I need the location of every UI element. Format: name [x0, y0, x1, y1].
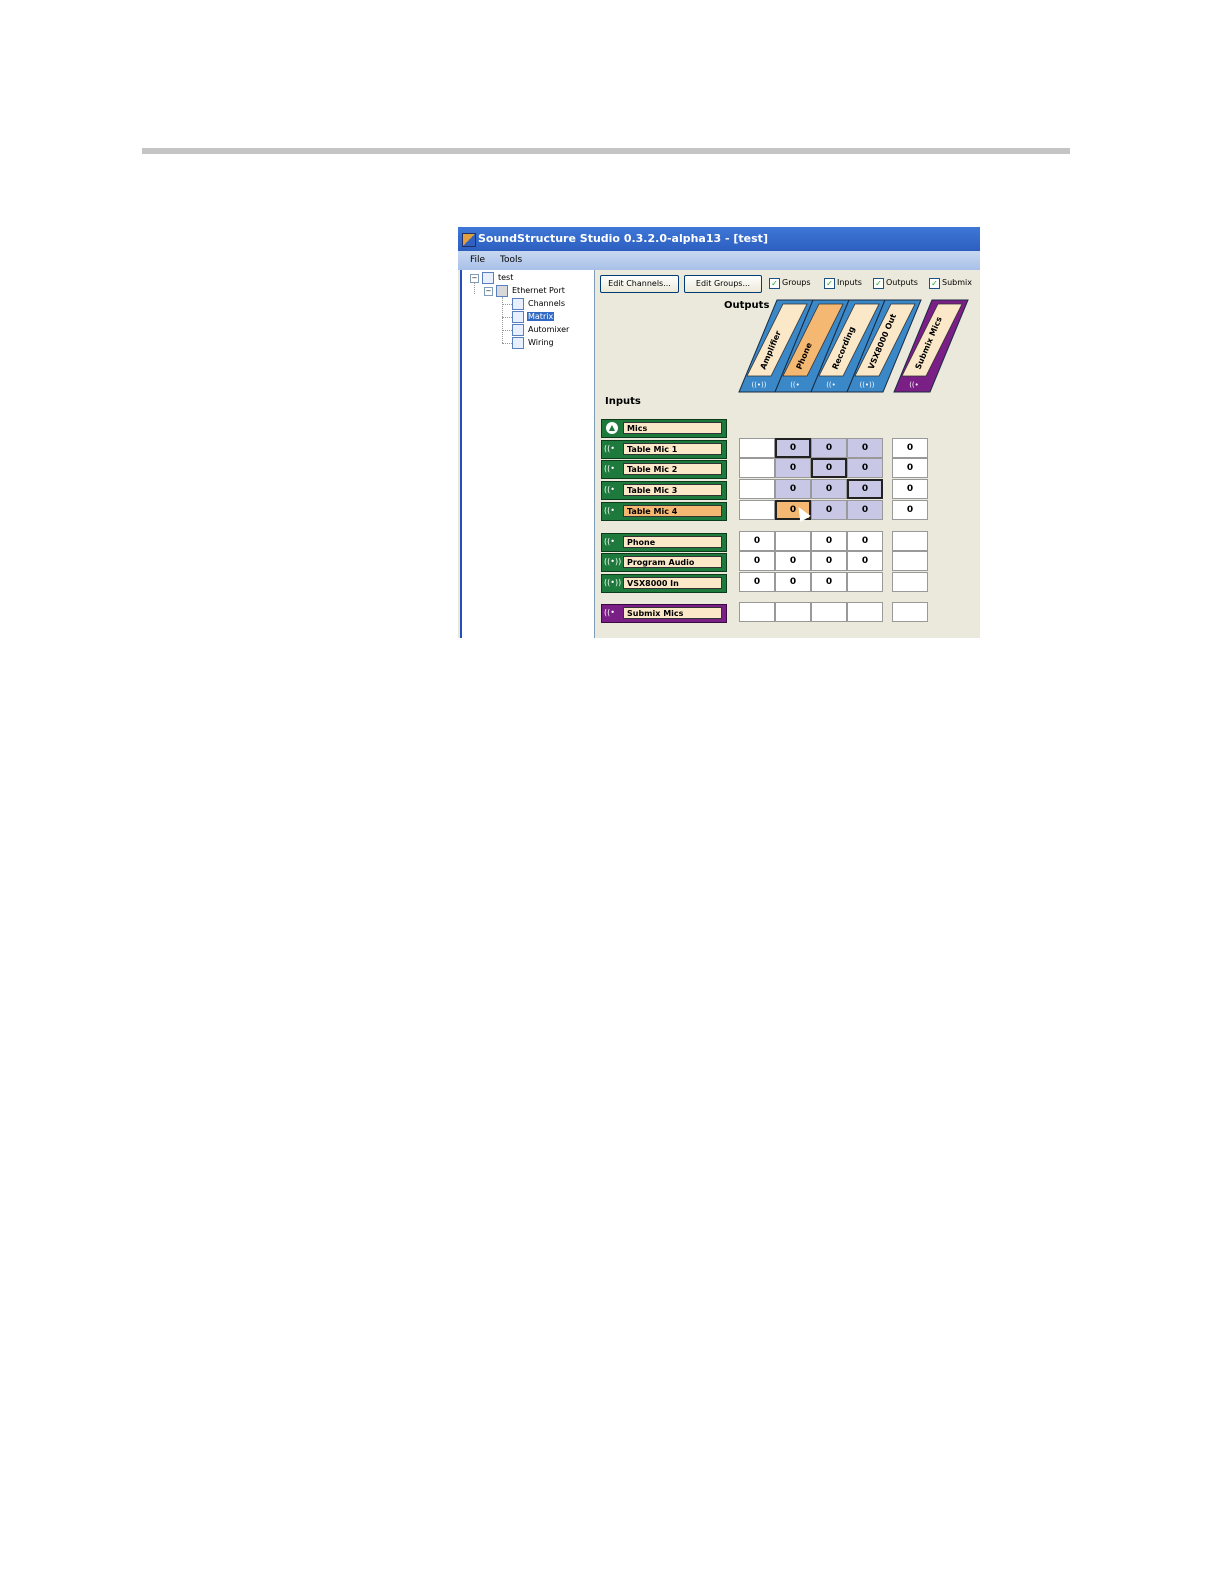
matrix-cell[interactable]: [739, 438, 775, 458]
microphone-icon: ((•: [604, 506, 615, 515]
tree-connector: [474, 282, 475, 294]
matrix-cell[interactable]: 0: [811, 572, 847, 592]
matrix-cell[interactable]: [739, 602, 775, 622]
input-label: Phone: [623, 536, 722, 548]
input-label: Submix Mics: [623, 607, 722, 619]
project-tree: − test − Ethernet Port Channels Matrix A…: [460, 270, 595, 638]
document-icon: [512, 298, 524, 310]
input-row-phone[interactable]: ((• Phone: [601, 533, 727, 552]
tree-item-channels[interactable]: Channels: [528, 299, 565, 308]
matrix-cell[interactable]: 0: [847, 551, 883, 571]
matrix-cell[interactable]: [892, 531, 928, 551]
tree-connector: [502, 304, 512, 305]
matrix-cell[interactable]: 0: [892, 438, 928, 458]
input-label: Program Audio: [623, 556, 722, 568]
tree-connector: [502, 317, 512, 318]
matrix-cell[interactable]: 0: [811, 479, 847, 499]
matrix-cell[interactable]: [847, 572, 883, 592]
project-icon: [482, 272, 494, 284]
input-row-table-mic-1[interactable]: ((• Table Mic 1: [601, 440, 727, 459]
matrix-cell[interactable]: [775, 531, 811, 551]
document-icon: [512, 311, 524, 323]
speaker-icon: ((•: [790, 381, 800, 389]
matrix-cell[interactable]: 0: [847, 479, 883, 499]
ethernet-port-icon: [496, 285, 508, 297]
speaker-icon: ((•)): [859, 381, 874, 389]
app-window: SoundStructure Studio 0.3.2.0-alpha13 - …: [458, 227, 980, 638]
matrix-cell[interactable]: [739, 458, 775, 478]
tree-item-wiring[interactable]: Wiring: [528, 338, 554, 347]
matrix-cell[interactable]: 0: [892, 500, 928, 520]
matrix-cell[interactable]: 0: [775, 438, 811, 458]
matrix-cell[interactable]: 0: [775, 572, 811, 592]
menu-bar: File Tools: [458, 251, 980, 270]
input-label: VSX8000 In: [623, 577, 722, 589]
matrix-cell[interactable]: [892, 551, 928, 571]
input-row-table-mic-2[interactable]: ((• Table Mic 2: [601, 460, 727, 479]
microphone-icon: ((•)): [604, 557, 622, 566]
matrix-cell[interactable]: 0: [775, 551, 811, 571]
microphone-icon: ((•)): [604, 578, 622, 587]
matrix-cell[interactable]: 0: [811, 551, 847, 571]
matrix-cell[interactable]: 0: [739, 572, 775, 592]
microphone-icon: ((•: [604, 608, 615, 617]
matrix-cell[interactable]: [775, 602, 811, 622]
matrix-cell[interactable]: [811, 602, 847, 622]
matrix-cell[interactable]: 0: [892, 458, 928, 478]
matrix-cell[interactable]: 0: [775, 458, 811, 478]
document-icon: [512, 337, 524, 349]
input-row-vsx8000-in[interactable]: ((•)) VSX8000 In: [601, 574, 727, 593]
menu-file[interactable]: File: [470, 255, 485, 265]
input-label: Table Mic 4: [623, 505, 722, 517]
matrix-cell[interactable]: 0: [739, 551, 775, 571]
input-row-table-mic-3[interactable]: ((• Table Mic 3: [601, 481, 727, 500]
input-row-program-audio[interactable]: ((•)) Program Audio: [601, 553, 727, 572]
matrix-cell[interactable]: 0: [811, 500, 847, 520]
input-row-mics[interactable]: ▲ Mics: [601, 419, 727, 438]
tree-item-root[interactable]: test: [498, 273, 513, 282]
matrix-cell[interactable]: 0: [811, 438, 847, 458]
speaker-icon: ((•)): [751, 381, 766, 389]
matrix-cell[interactable]: [892, 572, 928, 592]
matrix-panel: Edit Channels... Edit Groups... ✓ Groups…: [596, 270, 980, 638]
tree-item-matrix[interactable]: Matrix: [527, 312, 555, 321]
matrix-cell[interactable]: [739, 479, 775, 499]
matrix-cell[interactable]: 0: [775, 479, 811, 499]
speaker-icon: ((•: [909, 381, 919, 389]
matrix-cell[interactable]: 0: [847, 500, 883, 520]
collapse-icon[interactable]: −: [484, 287, 493, 296]
matrix-cell[interactable]: 0: [811, 458, 847, 478]
microphone-icon: ((•: [604, 464, 615, 473]
tree-connector: [502, 343, 512, 344]
title-bar: SoundStructure Studio 0.3.2.0-alpha13 - …: [458, 227, 980, 251]
matrix-cell[interactable]: 0: [847, 438, 883, 458]
matrix-cell[interactable]: [892, 602, 928, 622]
tree-item-ethernet-port[interactable]: Ethernet Port: [512, 286, 565, 295]
matrix-cell[interactable]: [739, 500, 775, 520]
window-title: SoundStructure Studio 0.3.2.0-alpha13 - …: [478, 232, 768, 245]
app-icon: [462, 233, 476, 247]
document-icon: [512, 324, 524, 336]
microphone-icon: ((•: [604, 444, 615, 453]
tree-connector: [502, 330, 512, 331]
matrix-cell[interactable]: 0: [847, 531, 883, 551]
matrix-cell[interactable]: 0: [739, 531, 775, 551]
tree-item-automixer[interactable]: Automixer: [528, 325, 569, 334]
page-header-rule: [142, 148, 1070, 154]
input-row-submix-mics[interactable]: ((• Submix Mics: [601, 604, 727, 623]
speaker-icon: ((•: [826, 381, 836, 389]
input-row-table-mic-4[interactable]: ((• Table Mic 4: [601, 502, 727, 521]
microphone-icon: ((•: [604, 537, 615, 546]
group-icon[interactable]: ▲: [606, 422, 618, 434]
microphone-icon: ((•: [604, 485, 615, 494]
input-label: Table Mic 2: [623, 463, 722, 475]
matrix-cell[interactable]: 0: [892, 479, 928, 499]
matrix-cell[interactable]: [847, 602, 883, 622]
input-label: Table Mic 1: [623, 443, 722, 455]
input-label: Mics: [623, 422, 722, 434]
input-label: Table Mic 3: [623, 484, 722, 496]
matrix-cell[interactable]: 0: [811, 531, 847, 551]
menu-tools[interactable]: Tools: [500, 255, 522, 265]
matrix-cell[interactable]: 0: [847, 458, 883, 478]
